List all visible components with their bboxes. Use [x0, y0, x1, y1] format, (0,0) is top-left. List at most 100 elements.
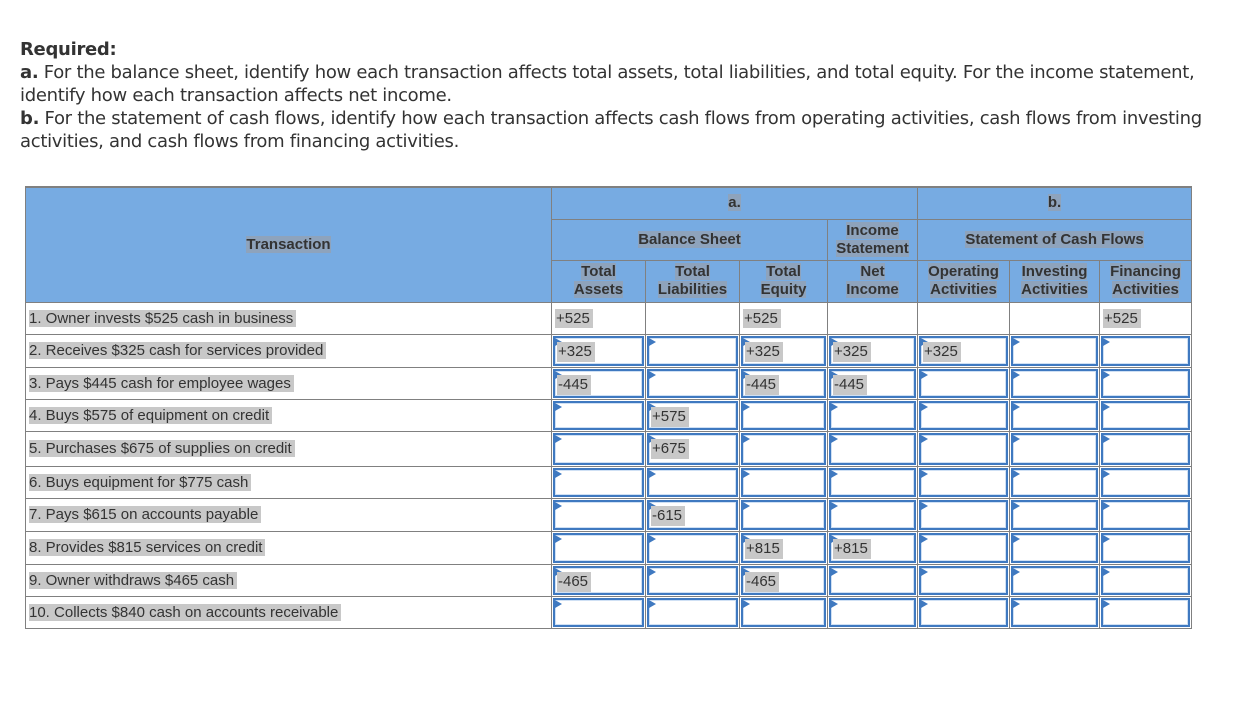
answer-input[interactable] [647, 335, 738, 366]
answer-cell-investing-activities [1009, 430, 1100, 467]
answer-input[interactable]: +575 [647, 400, 738, 430]
dropdown-flag-icon [555, 469, 562, 478]
answer-input[interactable] [553, 597, 644, 627]
answer-cell-total-liabilities: -615 [645, 497, 740, 532]
given-cell-total-liabilities [645, 301, 740, 335]
answer-input[interactable] [1101, 400, 1190, 430]
column-header-investing-activities: Investing Activities [1009, 259, 1100, 303]
answer-input[interactable]: -445 [553, 368, 644, 398]
answer-input[interactable] [1011, 532, 1098, 563]
answer-value: -465 [745, 571, 780, 592]
answer-input[interactable] [919, 467, 1008, 497]
answer-input[interactable]: +325 [829, 335, 916, 366]
transaction-text: 6. Buys equipment for $775 cash [29, 473, 252, 491]
given-cell-total-assets: +525 [551, 301, 646, 335]
answer-input[interactable] [741, 400, 826, 430]
dropdown-flag-icon [1013, 501, 1020, 510]
answer-input[interactable]: -445 [829, 368, 916, 398]
answer-cell-total-liabilities [645, 366, 740, 400]
answer-input[interactable] [1101, 597, 1190, 627]
answer-input[interactable] [553, 467, 644, 497]
answer-input[interactable] [829, 499, 916, 530]
answer-input[interactable] [647, 467, 738, 497]
answer-input[interactable] [647, 565, 738, 595]
answer-input[interactable] [1011, 368, 1098, 398]
answer-input[interactable] [741, 467, 826, 497]
dropdown-flag-icon [1103, 337, 1110, 346]
answer-value: +815 [833, 538, 871, 559]
answer-input[interactable] [919, 499, 1008, 530]
answer-input[interactable]: +325 [741, 335, 826, 366]
answer-input[interactable] [829, 400, 916, 430]
answer-input[interactable] [829, 597, 916, 627]
answer-input[interactable] [919, 432, 1008, 465]
dropdown-flag-icon [555, 599, 562, 608]
answer-cell-financing-activities [1099, 430, 1192, 467]
table-row: 7. Pays $615 on accounts payable -615 [25, 497, 1192, 532]
answer-input[interactable] [829, 565, 916, 595]
answer-input[interactable] [741, 597, 826, 627]
answer-input[interactable] [553, 400, 644, 430]
answer-input[interactable] [919, 565, 1008, 595]
answer-input[interactable] [1101, 467, 1190, 497]
answer-cell-total-equity [739, 465, 828, 499]
dropdown-flag-icon [649, 534, 656, 543]
answer-input[interactable] [919, 368, 1008, 398]
answer-input[interactable] [1011, 565, 1098, 595]
answer-input[interactable] [647, 368, 738, 398]
answer-input[interactable] [829, 467, 916, 497]
answer-input[interactable] [647, 532, 738, 563]
answer-input[interactable] [647, 597, 738, 627]
answer-input[interactable] [1101, 532, 1190, 563]
answer-input[interactable] [919, 532, 1008, 563]
answer-input[interactable] [1011, 335, 1098, 366]
answer-input[interactable] [1101, 432, 1190, 465]
answer-input[interactable] [1011, 597, 1098, 627]
answer-input[interactable]: +815 [829, 532, 916, 563]
table-row: 9. Owner withdraws $465 cash -465 -465 [25, 563, 1192, 597]
given-cell-investing-activities [1009, 301, 1100, 335]
answer-input[interactable] [919, 597, 1008, 627]
transaction-label: 7. Pays $615 on accounts payable [25, 497, 552, 532]
answer-input[interactable] [1011, 400, 1098, 430]
answer-input[interactable] [553, 532, 644, 563]
answer-input[interactable] [741, 432, 826, 465]
answer-cell-net-income: -445 [827, 366, 918, 400]
dropdown-flag-icon [1013, 469, 1020, 478]
answer-cell-total-equity [739, 398, 828, 432]
dropdown-flag-icon [921, 402, 928, 411]
dropdown-flag-icon [743, 434, 750, 443]
answer-input[interactable] [1101, 368, 1190, 398]
answer-input[interactable]: -615 [647, 499, 738, 530]
answer-input[interactable] [1101, 335, 1190, 366]
answer-input[interactable]: -465 [741, 565, 826, 595]
answer-cell-financing-activities [1099, 333, 1192, 368]
answer-value: +575 [651, 406, 689, 427]
answer-input[interactable]: -445 [741, 368, 826, 398]
answer-value: -445 [833, 374, 868, 395]
answer-input[interactable] [1101, 499, 1190, 530]
answer-input[interactable] [741, 499, 826, 530]
answer-cell-operating-activities [917, 595, 1010, 629]
answer-input[interactable] [1011, 499, 1098, 530]
answer-input[interactable] [553, 499, 644, 530]
answer-input[interactable]: +815 [741, 532, 826, 563]
given-cell-total-equity: +525 [739, 301, 828, 335]
column-header-financing-activities: Financing Activities [1099, 259, 1192, 303]
dropdown-flag-icon [1103, 501, 1110, 510]
answer-input[interactable] [1011, 467, 1098, 497]
answer-input[interactable]: +325 [553, 335, 644, 366]
answer-input[interactable]: -465 [553, 565, 644, 595]
answer-cell-total-liabilities: +675 [645, 430, 740, 467]
answer-input[interactable] [1101, 565, 1190, 595]
answer-cell-total-liabilities [645, 465, 740, 499]
answer-input[interactable]: +325 [919, 335, 1008, 366]
answer-input[interactable] [1011, 432, 1098, 465]
answer-input[interactable] [919, 400, 1008, 430]
answer-value: -445 [745, 374, 780, 395]
answer-input[interactable]: +675 [647, 432, 738, 465]
answer-input[interactable] [829, 432, 916, 465]
answer-cell-investing-activities [1009, 563, 1100, 597]
balance-sheet-header: Balance Sheet [551, 218, 828, 261]
answer-input[interactable] [553, 432, 644, 465]
